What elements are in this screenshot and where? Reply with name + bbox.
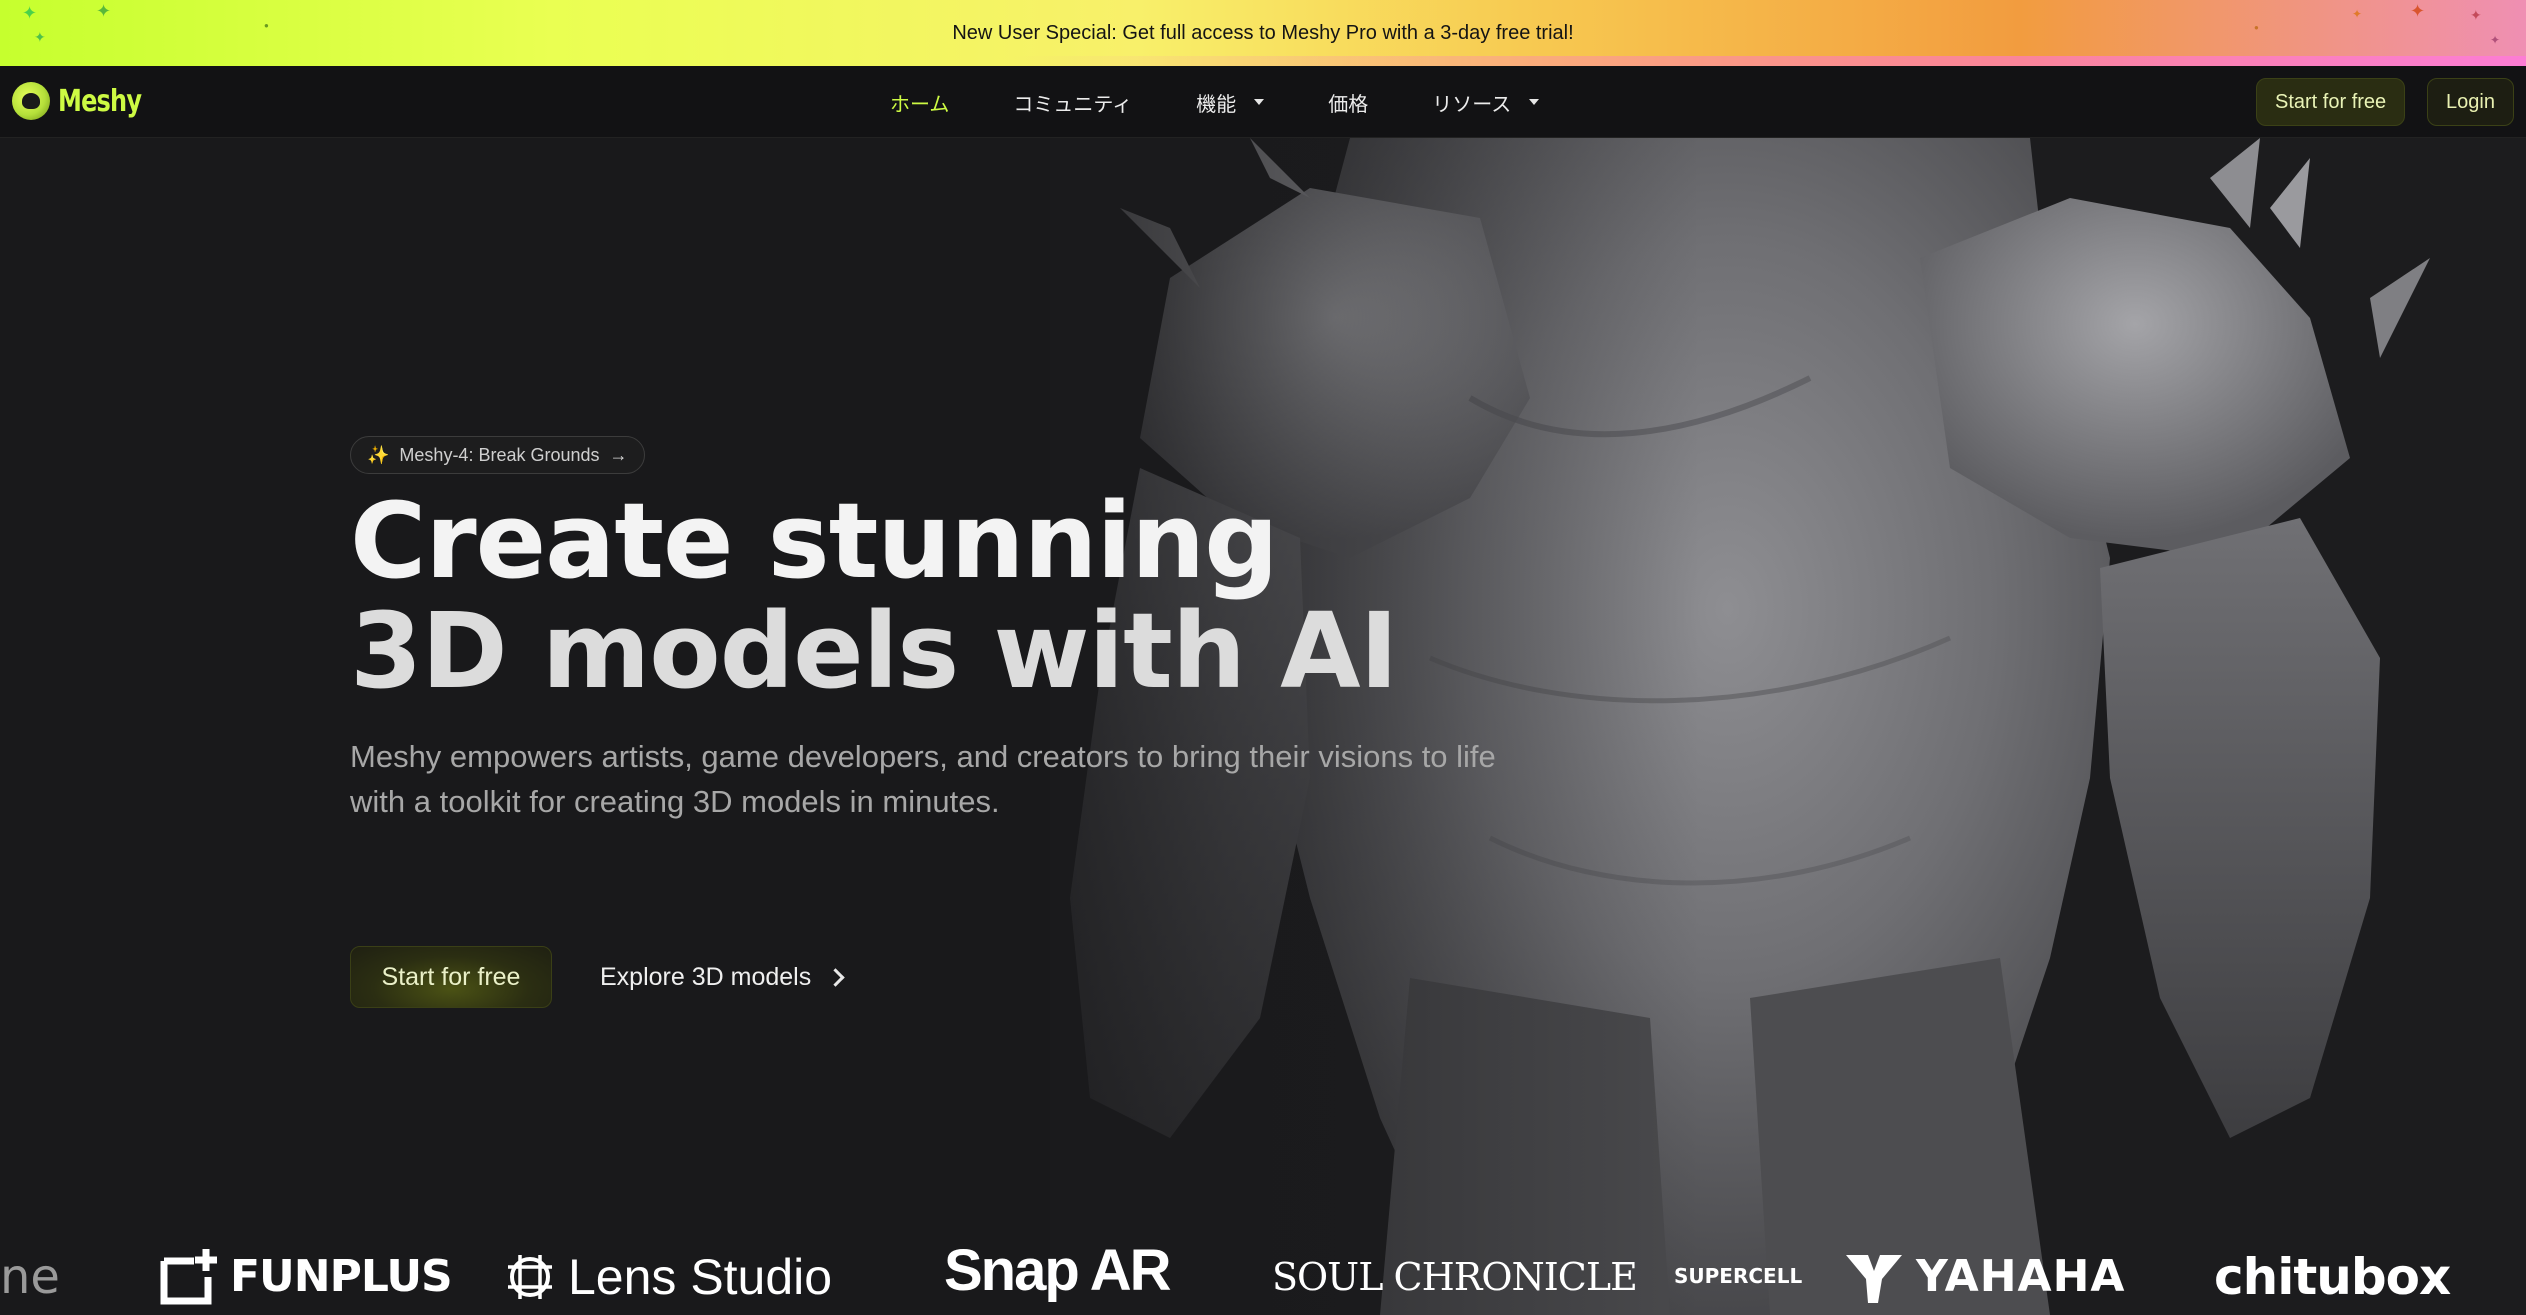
yahaha-icon: [1846, 1254, 1902, 1303]
hero-title-line-2: 3D models with AI: [350, 590, 1398, 712]
sparkle-icon: ✦: [2352, 7, 2363, 21]
sparkle-icon: ●: [264, 21, 269, 30]
meshy-logo-icon: [12, 82, 50, 120]
sparkle-icon: ✦: [96, 1, 112, 21]
chevron-down-icon: [1529, 99, 1540, 105]
partner-logo-lens-studio: Lens Studio: [502, 1238, 832, 1315]
hero-title-line-1: Create stunning: [350, 480, 1279, 602]
sparkle-icon: ✦: [2470, 7, 2482, 23]
badge-label: Meshy-4: Break Grounds: [399, 444, 600, 465]
nav-item-resources[interactable]: リソース: [1432, 88, 1540, 117]
top-nav: Meshy ホーム コミュニティ 機能 価格 リソース Start for fr…: [0, 66, 2526, 138]
promo-text[interactable]: New User Special: Get full access to Mes…: [952, 22, 1573, 45]
sparkle-icon: ✦: [2490, 33, 2501, 47]
sparkle-icon: ✦: [34, 29, 46, 45]
hero-section: ✨ Meshy-4: Break Grounds → Create stunni…: [0, 138, 2526, 1315]
brand-logo[interactable]: Meshy: [12, 82, 162, 120]
brand-name: Meshy: [58, 83, 142, 119]
nav-item-community[interactable]: コミュニティ: [1013, 88, 1132, 117]
nav-item-label: コミュニティ: [1013, 91, 1133, 116]
partner-logo-partial: ne: [0, 1248, 60, 1305]
partner-logo-soul-chronicle: SOUL CHRONICLE: [1272, 1254, 1638, 1299]
partner-logo-funplus: FUNPLUS: [158, 1238, 453, 1315]
chevron-down-icon: [1254, 99, 1265, 105]
nav-item-pricing[interactable]: 価格: [1328, 88, 1368, 117]
announcement-badge[interactable]: ✨ Meshy-4: Break Grounds →: [350, 436, 645, 474]
partner-logo-yahaha: YAHAHA: [1844, 1238, 2125, 1315]
nav-item-features[interactable]: 機能: [1196, 88, 1265, 117]
sparkles-icon: ✨: [367, 444, 390, 465]
login-button[interactable]: Login: [2427, 78, 2514, 126]
partner-logos: ne FUNPLUS Lens Studio Snap AR SOUL CHRO…: [0, 1238, 2526, 1315]
nav-item-label: ホーム: [890, 91, 950, 116]
explore-3d-models-link[interactable]: Explore 3D models: [600, 946, 845, 1008]
funplus-icon: [160, 1248, 217, 1304]
nav-item-label: リソース: [1432, 91, 1512, 116]
partner-logo-snap-ar: Snap AR: [944, 1238, 1172, 1303]
chevron-right-icon: [826, 967, 845, 987]
nav-item-home[interactable]: ホーム: [890, 88, 949, 117]
hero-gradient-overlay: [0, 138, 1700, 1315]
promo-banner[interactable]: ✦ ✦ ✦ ● ✦ ✦ ✦ ✦ ● New User Special: Get …: [0, 0, 2526, 66]
nav-start-for-free-button[interactable]: Start for free: [2256, 78, 2406, 126]
explore-label: Explore 3D models: [600, 962, 812, 991]
sparkle-icon: ✦: [22, 3, 38, 23]
partner-logo-supercell: SUPERCELL: [1674, 1264, 1803, 1288]
lens-studio-icon: [508, 1254, 552, 1299]
nav-item-label: 価格: [1328, 91, 1369, 116]
arrow-right-icon: →: [609, 444, 628, 465]
nav-links: ホーム コミュニティ 機能 価格 リソース: [890, 66, 1603, 138]
sparkle-icon: ●: [2254, 23, 2259, 32]
nav-item-label: 機能: [1196, 91, 1237, 116]
partner-logo-chitubox: chitubox: [2214, 1247, 2451, 1306]
hero-subtitle: Meshy empowers artists, game developers,…: [350, 739, 1496, 819]
sparkle-icon: ✦: [2410, 1, 2426, 21]
hero-start-for-free-button[interactable]: Start for free: [350, 946, 552, 1008]
hero-title: Create stunning 3D models with AI: [350, 480, 1398, 712]
